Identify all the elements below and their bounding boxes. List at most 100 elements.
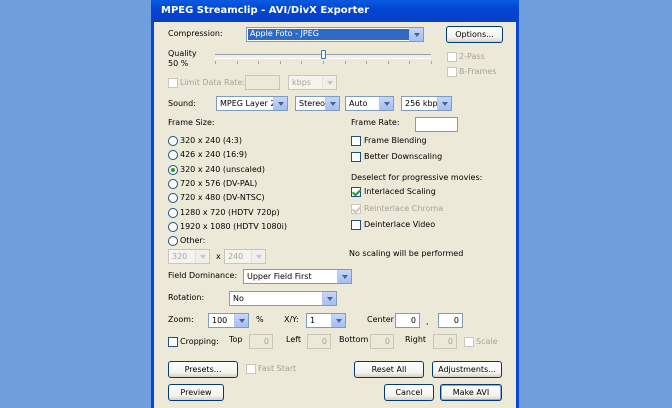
sound-bitrate-select[interactable]: 256 kbps [401, 96, 452, 111]
better-downscaling-checkbox[interactable] [351, 152, 361, 162]
frame-size-radio[interactable] [168, 179, 178, 189]
chevron-down-icon [322, 76, 336, 89]
xy-select[interactable]: 1 [306, 313, 346, 328]
frame-size-radio[interactable] [168, 165, 178, 175]
center-x-input[interactable]: 0 [395, 313, 420, 328]
rotation-select[interactable]: No [229, 291, 337, 306]
fast-start-label: Fast Start [258, 364, 297, 373]
slider-tick [258, 61, 259, 64]
sound-channels-value: Stereo [299, 99, 326, 108]
other-width-value: 320 [172, 252, 188, 261]
sound-label: Sound: [168, 99, 196, 108]
frame-size-radio[interactable] [168, 222, 178, 232]
interlaced-scaling-label: Interlaced Scaling [364, 187, 436, 196]
frame-size-option-label: 720 x 576 (DV-PAL) [180, 179, 258, 188]
xy-value: 1 [310, 316, 316, 325]
zoom-select[interactable]: 100 [208, 313, 249, 328]
center-label: Center [367, 315, 394, 324]
frame-size-radio[interactable] [168, 208, 178, 218]
reinterlace-chroma-label: Reinterlace Chroma [364, 204, 444, 213]
b-frames-checkbox[interactable] [447, 67, 457, 77]
limit-data-rate-checkbox[interactable] [168, 78, 178, 88]
options-button[interactable]: Options... [446, 26, 503, 43]
zoom-value: 100 [212, 316, 228, 325]
frame-blending-checkbox[interactable] [351, 136, 361, 146]
two-pass-label: 2-Pass [459, 52, 485, 61]
center-y-input[interactable]: 0 [438, 313, 463, 328]
center-separator: , [426, 317, 429, 326]
b-frames-label: B-Frames [459, 67, 497, 76]
frame-rate-input[interactable] [415, 117, 458, 132]
scale-checkbox[interactable] [464, 337, 474, 347]
cropping-checkbox[interactable] [168, 337, 178, 347]
compression-label: Compression: [168, 29, 223, 38]
crop-bottom-input[interactable]: 0 [370, 334, 394, 349]
frame-size-radio[interactable] [168, 150, 178, 160]
crop-left-label: Left [286, 335, 302, 344]
adjustments-button[interactable]: Adjustments... [432, 361, 502, 378]
other-height-select[interactable]: 240 [224, 249, 266, 264]
fast-start-checkbox[interactable] [246, 364, 256, 374]
frame-size-option-label: 1920 x 1080 (HDTV 1080i) [180, 222, 287, 231]
preview-button[interactable]: Preview [168, 384, 224, 401]
chevron-down-icon [325, 97, 339, 110]
slider-tick [215, 61, 216, 64]
make-avi-button[interactable]: Make AVI [440, 384, 502, 401]
compression-value: Apple Foto - JPEG [248, 29, 409, 40]
deinterlace-video-checkbox[interactable] [351, 220, 361, 230]
chevron-down-icon [273, 97, 287, 110]
frame-size-option-label: 320 x 240 (unscaled) [180, 165, 265, 174]
cancel-button[interactable]: Cancel [384, 384, 434, 401]
frame-blending-label: Frame Blending [364, 136, 427, 145]
sound-rate-select[interactable]: Auto [345, 96, 394, 111]
rotation-value: No [233, 294, 244, 303]
frame-size-option-label: 426 x 240 (16:9) [180, 150, 248, 159]
data-rate-unit-select[interactable]: kbps [288, 75, 337, 90]
frame-size-radio[interactable] [168, 193, 178, 203]
reinterlace-chroma-checkbox[interactable] [351, 204, 361, 214]
deinterlace-video-label: Deinterlace Video [364, 220, 436, 229]
frame-size-label: Frame Size: [168, 118, 215, 127]
data-rate-input[interactable] [245, 75, 280, 90]
chevron-down-icon [331, 314, 345, 327]
presets-button[interactable]: Presets... [168, 361, 238, 378]
reset-all-button[interactable]: Reset All [354, 361, 424, 378]
exporter-window: MPEG Streamclip - AVI/DivX Exporter Comp… [151, 0, 519, 408]
crop-left-input[interactable]: 0 [307, 334, 331, 349]
other-width-select[interactable]: 320 [168, 249, 210, 264]
frame-size-option-label: 720 x 480 (DV-NTSC) [180, 193, 265, 202]
frame-size-radio[interactable] [168, 236, 178, 246]
scale-label: Scale [476, 337, 498, 346]
slider-tick [388, 61, 389, 64]
chevron-down-icon [195, 250, 209, 263]
limit-data-rate-label: Limit Data Rate: [180, 78, 246, 87]
frame-size-option-label: 1280 x 720 (HDTV 720p) [180, 208, 280, 217]
compression-select[interactable]: Apple Foto - JPEG [246, 27, 424, 42]
quality-value: 50 % [168, 59, 189, 68]
field-dominance-select[interactable]: Upper Field First [243, 269, 352, 284]
crop-top-label: Top [229, 335, 243, 344]
zoom-percent-label: % [256, 315, 264, 324]
frame-rate-label: Frame Rate: [351, 118, 400, 127]
two-pass-checkbox[interactable] [447, 52, 457, 62]
other-x-label: x [216, 252, 221, 261]
sound-codec-select[interactable]: MPEG Layer 2 [216, 96, 288, 111]
quality-slider-thumb[interactable] [321, 50, 326, 59]
sound-rate-value: Auto [349, 99, 368, 108]
frame-size-radio[interactable] [168, 136, 178, 146]
title-bar[interactable]: MPEG Streamclip - AVI/DivX Exporter [151, 0, 519, 22]
crop-top-input[interactable]: 0 [249, 334, 273, 349]
window-frame-right [516, 22, 519, 408]
sound-channels-select[interactable]: Stereo [295, 96, 340, 111]
slider-tick [280, 61, 281, 64]
crop-right-input[interactable]: 0 [433, 334, 457, 349]
scaling-status-text: No scaling will be performed [349, 249, 464, 258]
field-dominance-label: Field Dominance: [168, 271, 238, 280]
slider-tick [301, 61, 302, 64]
crop-right-label: Right [405, 335, 427, 344]
slider-tick [431, 61, 432, 64]
xy-label: X/Y: [284, 315, 299, 324]
interlaced-scaling-checkbox[interactable] [351, 187, 361, 197]
slider-tick [345, 61, 346, 64]
data-rate-unit-value: kbps [292, 78, 311, 87]
